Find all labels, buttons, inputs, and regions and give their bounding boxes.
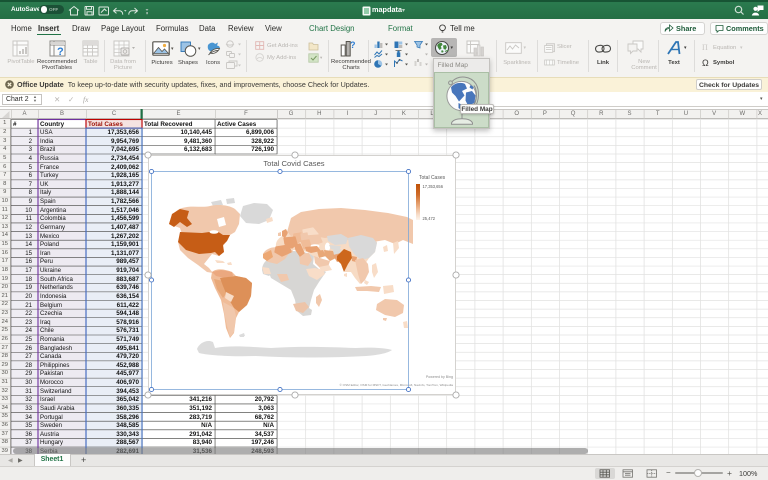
svg-text:?: ? <box>350 40 356 50</box>
svg-text:?: ? <box>57 46 64 57</box>
